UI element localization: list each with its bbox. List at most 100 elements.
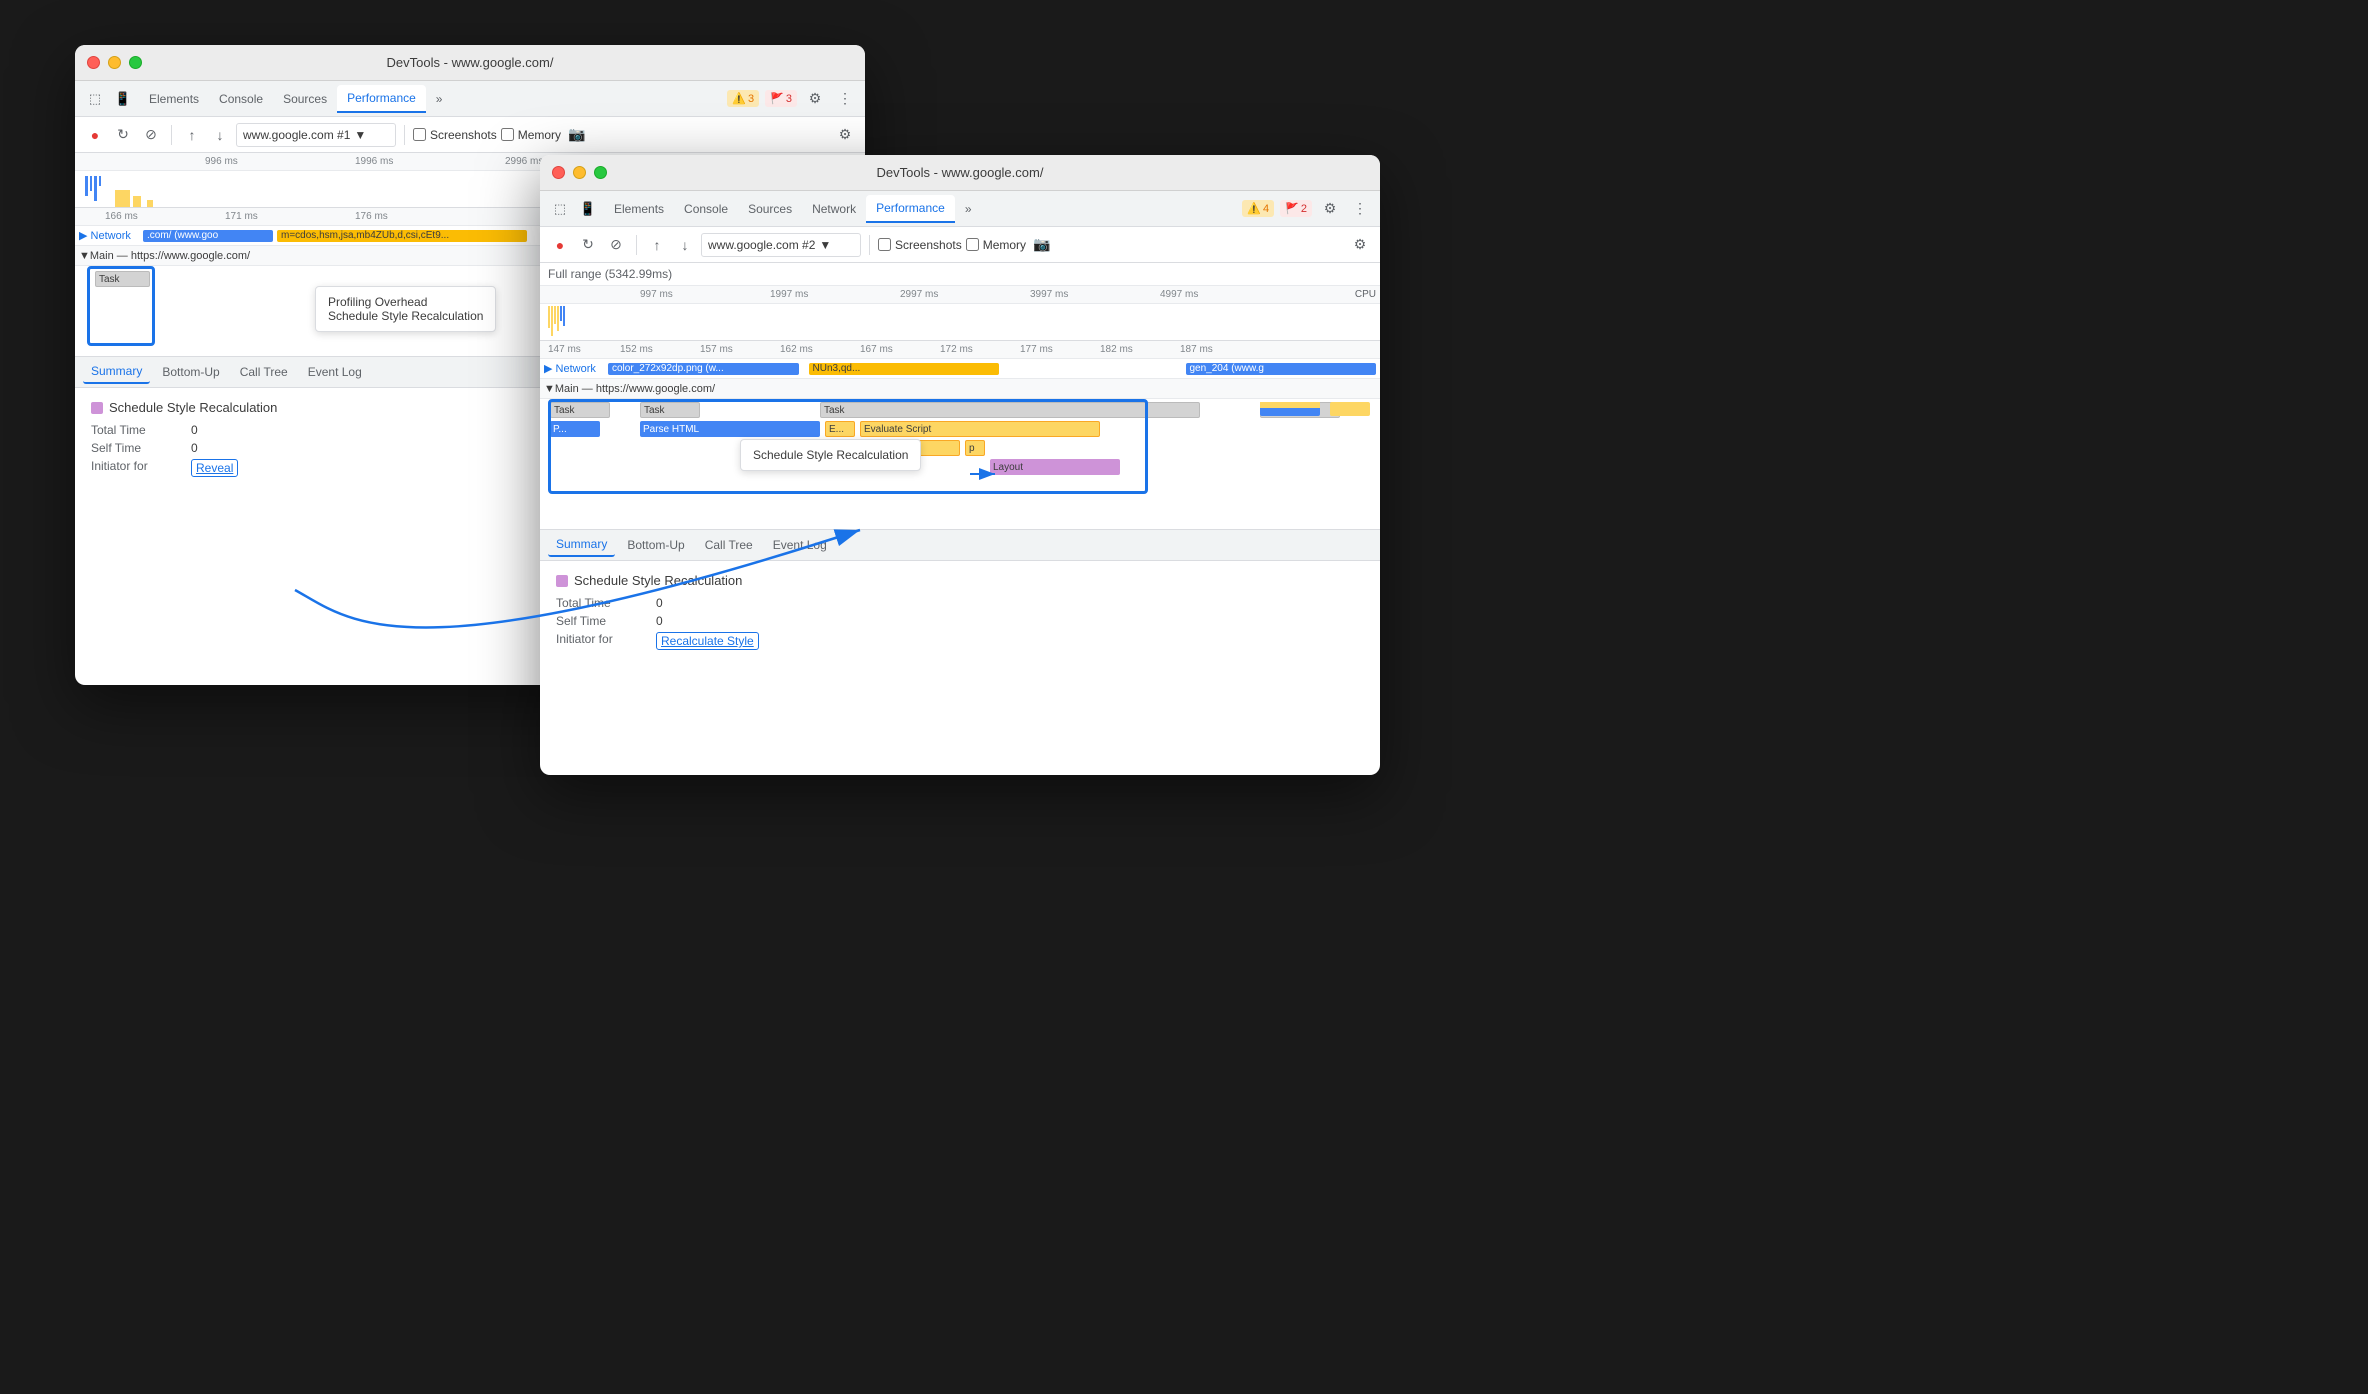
close-button-1[interactable] bbox=[87, 56, 100, 69]
refresh-btn-1[interactable]: ↻ bbox=[111, 123, 135, 147]
tab-calltree-1[interactable]: Call Tree bbox=[232, 361, 296, 383]
reveal-link-1[interactable]: Reveal bbox=[191, 459, 238, 477]
screenshot-capture-btn-1[interactable]: 📷 bbox=[565, 123, 589, 147]
tab-console-2[interactable]: Console bbox=[674, 196, 738, 222]
detail-row-total-2: Total Time 0 bbox=[556, 596, 1364, 610]
mini-cpu-bars bbox=[85, 176, 101, 201]
total-time-label-1: Total Time bbox=[91, 423, 191, 437]
mark-171: 171 ms bbox=[225, 211, 258, 222]
tab-elements-2[interactable]: Elements bbox=[604, 196, 674, 222]
total-time-value-2: 0 bbox=[656, 596, 663, 610]
mark-1997: 1997 ms bbox=[770, 289, 808, 300]
more-btn-2[interactable]: ⋮ bbox=[1348, 197, 1372, 221]
mark-2997: 2997 ms bbox=[900, 289, 938, 300]
tab-performance-2[interactable]: Performance bbox=[866, 195, 955, 223]
detail-ruler-2: 147 ms 152 ms 157 ms 162 ms 167 ms 172 m… bbox=[540, 341, 1380, 359]
mark-167: 167 ms bbox=[860, 344, 893, 355]
mark-3997: 3997 ms bbox=[1030, 289, 1068, 300]
tab-performance-1[interactable]: Performance bbox=[337, 85, 426, 113]
title-bar-2: DevTools - www.google.com/ bbox=[540, 155, 1380, 191]
main-thread-label-1: Main — https://www.google.com/ bbox=[90, 250, 250, 262]
upload-btn-1[interactable]: ↑ bbox=[180, 123, 204, 147]
clear-btn-1[interactable]: ⊘ bbox=[139, 123, 163, 147]
settings-toolbar-btn-1[interactable]: ⚙ bbox=[833, 123, 857, 147]
subtask-p[interactable]: p bbox=[965, 440, 985, 456]
tab-bottomup-1[interactable]: Bottom-Up bbox=[154, 361, 227, 383]
tooltip-schedule: Schedule Style Recalculation bbox=[328, 309, 483, 323]
mark-182: 182 ms bbox=[1100, 344, 1133, 355]
initiator-label-2: Initiator for bbox=[556, 632, 656, 650]
url-dropdown-2[interactable]: www.google.com #2 ▼ bbox=[701, 233, 861, 257]
mark-147: 147 ms bbox=[548, 344, 581, 355]
tab-network-2[interactable]: Network bbox=[802, 196, 866, 222]
task-bar-2c[interactable]: Task bbox=[820, 402, 1200, 418]
tab-eventlog-1[interactable]: Event Log bbox=[300, 361, 370, 383]
subtask-2a[interactable]: P... bbox=[550, 421, 600, 437]
subtask-layout[interactable]: Layout bbox=[990, 459, 1120, 475]
tab-elements-1[interactable]: Elements bbox=[139, 86, 209, 112]
detail-color-2 bbox=[556, 575, 568, 587]
settings-btn-1[interactable]: ⚙ bbox=[803, 87, 827, 111]
screenshots-check-2[interactable] bbox=[878, 238, 891, 251]
tab-calltree-2[interactable]: Call Tree bbox=[697, 534, 761, 556]
settings-toolbar-btn-2[interactable]: ⚙ bbox=[1348, 233, 1372, 257]
minimize-button-1[interactable] bbox=[108, 56, 121, 69]
task-bar-1[interactable]: Task bbox=[95, 271, 150, 287]
task-bar-2a[interactable]: Task bbox=[550, 402, 610, 418]
network-bar-2c: gen_204 (www.g bbox=[1186, 363, 1377, 375]
warning-red-1: 🚩 3 bbox=[765, 90, 797, 107]
detail-row-self-2: Self Time 0 bbox=[556, 614, 1364, 628]
screenshots-check-1[interactable] bbox=[413, 128, 426, 141]
total-time-label-2: Total Time bbox=[556, 596, 656, 610]
subtask-eval-script[interactable]: Evaluate Script bbox=[860, 421, 1100, 437]
url-dropdown-1[interactable]: www.google.com #1 ▼ bbox=[236, 123, 396, 147]
minimize-button-2[interactable] bbox=[573, 166, 586, 179]
warning-orange-1: ⚠️ 3 bbox=[727, 90, 759, 107]
subtask-2b[interactable]: E... bbox=[825, 421, 855, 437]
tab-sources-1[interactable]: Sources bbox=[273, 86, 337, 112]
recalculate-link-2[interactable]: Recalculate Style bbox=[656, 632, 759, 650]
tab-sources-2[interactable]: Sources bbox=[738, 196, 802, 222]
close-button-2[interactable] bbox=[552, 166, 565, 179]
memory-checkbox-2[interactable]: Memory bbox=[966, 238, 1026, 252]
window-title-2: DevTools - www.google.com/ bbox=[877, 165, 1044, 180]
task-bar-2b[interactable]: Task bbox=[640, 402, 700, 418]
screenshots-checkbox-1[interactable]: Screenshots bbox=[413, 128, 497, 142]
download-btn-2[interactable]: ↓ bbox=[673, 233, 697, 257]
inspect-icon-1: ⬚ bbox=[83, 87, 107, 111]
mark-177: 177 ms bbox=[1020, 344, 1053, 355]
screenshot-capture-btn-2[interactable]: 📷 bbox=[1030, 233, 1054, 257]
settings-btn-2[interactable]: ⚙ bbox=[1318, 197, 1342, 221]
flame-chart-2: Task Task Task Task P... Parse HTML E...… bbox=[540, 399, 1380, 529]
refresh-btn-2[interactable]: ↻ bbox=[576, 233, 600, 257]
detail-title-text-1: Schedule Style Recalculation bbox=[109, 400, 277, 415]
record-btn-1[interactable]: ● bbox=[83, 123, 107, 147]
maximize-button-1[interactable] bbox=[129, 56, 142, 69]
tab-eventlog-2[interactable]: Event Log bbox=[765, 534, 835, 556]
tab-bottomup-2[interactable]: Bottom-Up bbox=[619, 534, 692, 556]
record-btn-2[interactable]: ● bbox=[548, 233, 572, 257]
upload-btn-2[interactable]: ↑ bbox=[645, 233, 669, 257]
inner-arrow-svg bbox=[540, 399, 1380, 529]
title-bar-1: DevTools - www.google.com/ bbox=[75, 45, 865, 81]
memory-check-2[interactable] bbox=[966, 238, 979, 251]
tab-summary-1[interactable]: Summary bbox=[83, 360, 150, 384]
memory-checkbox-1[interactable]: Memory bbox=[501, 128, 561, 142]
self-time-label-2: Self Time bbox=[556, 614, 656, 628]
tab-console-1[interactable]: Console bbox=[209, 86, 273, 112]
download-btn-1[interactable]: ↓ bbox=[208, 123, 232, 147]
separator-4 bbox=[869, 235, 870, 255]
maximize-button-2[interactable] bbox=[594, 166, 607, 179]
tab-more-1[interactable]: » bbox=[426, 86, 453, 112]
more-btn-1[interactable]: ⋮ bbox=[833, 87, 857, 111]
memory-check-1[interactable] bbox=[501, 128, 514, 141]
tab-summary-2[interactable]: Summary bbox=[548, 533, 615, 557]
total-time-value-1: 0 bbox=[191, 423, 198, 437]
subtask-parse-html[interactable]: Parse HTML bbox=[640, 421, 820, 437]
screenshots-checkbox-2[interactable]: Screenshots bbox=[878, 238, 962, 252]
ruler-mark-2996: 2996 ms bbox=[505, 156, 543, 167]
tab-more-2[interactable]: » bbox=[955, 196, 982, 222]
ruler-mark-996: 996 ms bbox=[205, 156, 238, 167]
ruler-mark-1996: 1996 ms bbox=[355, 156, 393, 167]
clear-btn-2[interactable]: ⊘ bbox=[604, 233, 628, 257]
